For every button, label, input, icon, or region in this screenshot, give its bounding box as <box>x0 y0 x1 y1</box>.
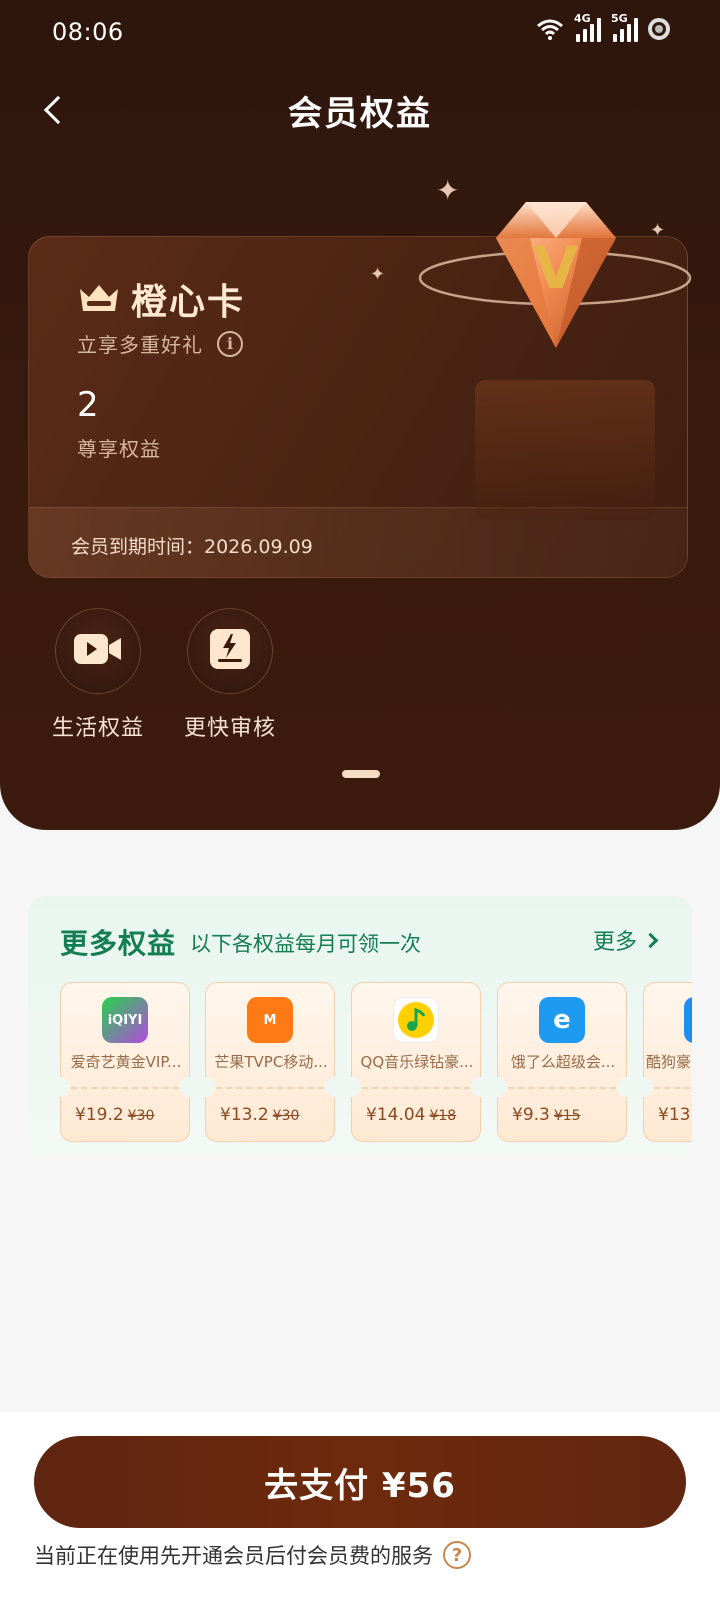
benefit-count-label: 尊享权益 <box>77 437 161 461</box>
coupon-price-original: ¥15 <box>553 1108 581 1124</box>
pedestal <box>475 380 655 520</box>
coupon-divider <box>71 1087 179 1089</box>
more-link-label: 更多 <box>592 930 637 955</box>
status-icons: 4G 5G <box>536 12 670 42</box>
coupon-name: 饿了么超级会... <box>510 1053 616 1071</box>
coupon-price: ¥14.04 ¥18 <box>366 1105 456 1125</box>
page-title: 会员权益 <box>288 94 432 134</box>
signal-5g-icon: 5G <box>611 12 638 42</box>
feature-label: 更快审核 <box>183 716 276 741</box>
coupon-price-current: ¥9.3 <box>512 1105 550 1125</box>
pay-button[interactable]: 去支付 ¥56 <box>34 1436 686 1528</box>
coupon-eleme[interactable]: e 饿了么超级会... ¥9.3 ¥15 <box>487 982 637 1142</box>
qq-music-logo-icon <box>393 997 439 1043</box>
coupon-name: QQ音乐绿钻豪... <box>360 1053 474 1071</box>
more-benefits-title: 更多权益 <box>60 927 177 960</box>
coupon-price: ¥13.2 ¥30 <box>220 1105 299 1125</box>
more-link[interactable]: 更多 <box>592 924 659 956</box>
coupon-divider <box>216 1087 324 1089</box>
sparkle-icon: ✦ <box>370 264 386 285</box>
coupon-list: iQIYI 爱奇艺黄金VIP... ¥19.2 ¥30 M 芒果TVPC移动...… <box>60 982 692 1144</box>
coupon-name: 酷狗豪... <box>646 1053 692 1071</box>
chevron-right-icon <box>642 932 659 948</box>
iqiyi-logo-icon: iQIYI <box>102 997 148 1043</box>
coupon-price-original: ¥30 <box>127 1108 155 1124</box>
gem-letter: V <box>534 234 579 302</box>
feature-life-benefits[interactable]: 生活权益 <box>38 608 158 742</box>
feature-fast-review[interactable]: 更快审核 <box>170 608 290 742</box>
expire-date: 会员到期时间：2026.09.09 <box>71 536 313 558</box>
coupon-divider <box>654 1087 692 1089</box>
header-area: 08:06 4G 5G 会员权益 橙心卡 立享多重好礼 i 2 尊享权益 会员到… <box>0 0 720 830</box>
coupon-price-current: ¥13.2 <box>220 1105 269 1125</box>
coupon-name: 芒果TVPC移动... <box>214 1053 328 1071</box>
more-benefits-panel: 更多权益 以下各权益每月可领一次 更多 iQIYI 爱奇艺黄金VIP... ¥1… <box>28 896 692 1158</box>
status-time: 08:06 <box>52 18 124 46</box>
feature-label: 生活权益 <box>51 716 144 741</box>
card-name-row: 橙心卡 <box>77 273 245 325</box>
info-icon[interactable]: i <box>217 330 243 357</box>
signal-4g-icon: 4G <box>574 12 601 42</box>
feature-circle <box>55 608 141 694</box>
help-icon[interactable]: ? <box>443 1541 471 1569</box>
coupon-price: ¥9.3 ¥15 <box>512 1105 581 1125</box>
diamond-gem-icon: ✦ ✦ ✦ V <box>370 174 700 520</box>
video-icon <box>73 631 123 671</box>
fast-review-icon <box>209 628 251 674</box>
coupon-price: ¥19.2 ¥30 <box>75 1105 154 1125</box>
coupon-kugou[interactable]: K 酷狗豪... ¥13 <box>633 982 692 1142</box>
mango-tv-logo-icon: M <box>247 997 293 1043</box>
more-benefits-subtitle: 以下各权益每月可领一次 <box>190 932 421 956</box>
screen-record-icon <box>648 18 670 40</box>
card-name: 橙心卡 <box>131 282 246 323</box>
coupon-price-current: ¥19.2 <box>75 1105 124 1125</box>
coupon-price: ¥13 <box>658 1105 690 1125</box>
page-indicator <box>342 770 380 778</box>
coupon-iqiyi[interactable]: iQIYI 爱奇艺黄金VIP... ¥19.2 ¥30 <box>60 982 200 1142</box>
wifi-icon <box>536 17 564 41</box>
feature-circle <box>187 608 273 694</box>
coupon-price-original: ¥18 <box>429 1108 457 1124</box>
signal-5g-tag: 5G <box>611 12 628 25</box>
coupon-price-original: ¥30 <box>272 1108 300 1124</box>
status-bar: 08:06 4G 5G <box>0 0 720 70</box>
eleme-logo-icon: e <box>539 997 585 1043</box>
payment-notice: 当前正在使用先开通会员后付会员费的服务 ? <box>34 1540 471 1570</box>
kugou-logo-icon: K <box>684 997 692 1043</box>
card-subtitle-row: 立享多重好礼 i <box>77 329 243 358</box>
signal-4g-tag: 4G <box>574 12 591 25</box>
coupon-price-current: ¥13 <box>658 1105 691 1125</box>
crown-icon <box>77 281 121 317</box>
coupon-name: 爱奇艺黄金VIP... <box>70 1053 182 1071</box>
coupon-price-current: ¥14.04 <box>366 1105 426 1125</box>
payment-notice-text: 当前正在使用先开通会员后付会员费的服务 <box>34 1544 433 1568</box>
coupon-qq-music[interactable]: QQ音乐绿钻豪... ¥14.04 ¥18 <box>341 982 491 1142</box>
coupon-divider <box>508 1087 616 1089</box>
benefit-count: 2 <box>77 385 99 425</box>
coupon-mango-tv[interactable]: M 芒果TVPC移动... ¥13.2 ¥30 <box>195 982 345 1142</box>
card-subtitle: 立享多重好礼 <box>77 333 203 357</box>
coupon-divider <box>362 1087 470 1089</box>
